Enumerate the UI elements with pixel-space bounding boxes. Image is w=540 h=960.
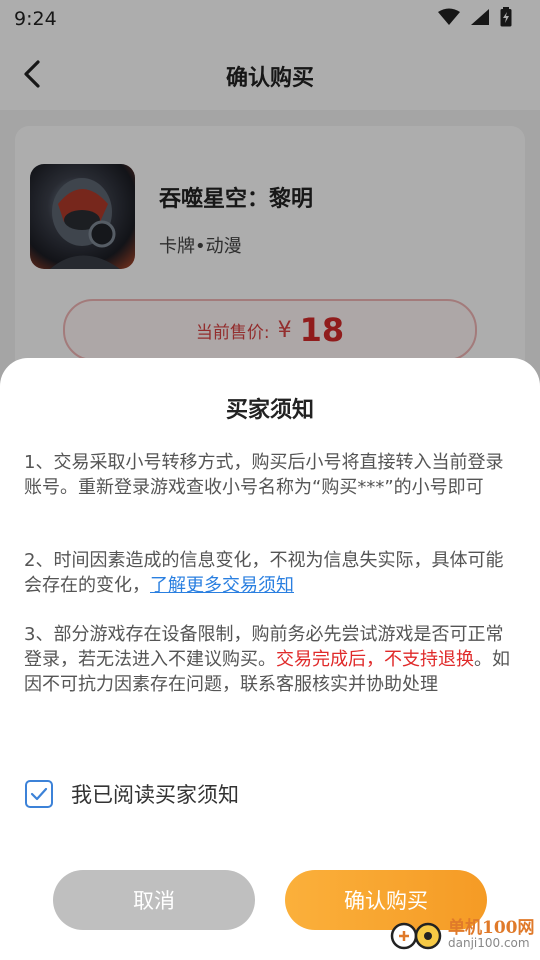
watermark-url: danji100.com [448,936,530,950]
agree-label[interactable]: 我已阅读买家须知 [71,779,239,809]
notice-item-2: 2、时间因素造成的信息变化，不视为信息失实际，具体可能会存在的变化，了解更多交易… [24,548,518,598]
agree-row[interactable]: 我已阅读买家须知 [25,778,239,810]
trade-notice-link[interactable]: 了解更多交易须知 [150,575,294,596]
notice-item-1: 1、交易采取小号转移方式，购买后小号将直接转入当前登录账号。重新登录游戏查收小号… [24,452,504,498]
checkmark-icon [30,787,48,801]
sheet-title: 买家须知 [225,398,314,423]
buyer-notice-sheet: 买家须知 1、交易采取小号转移方式，购买后小号将直接转入当前登录账号。重新登录游… [0,358,540,960]
agree-checkbox[interactable] [25,780,53,808]
no-refund-warning: 交易完成后，不支持退换 [276,649,474,670]
watermark-name: 单机100网 [448,918,535,938]
watermark-logo-icon [390,922,442,950]
confirm-purchase-screen: 9:24 确认购买 吞噬星空：黎明 卡牌•动漫 当前售价: ¥ 18 买家须知 … [0,0,540,960]
cancel-button[interactable]: 取消 [53,870,255,930]
notice-item-3: 3、部分游戏存在设备限制，购前务必先尝试游戏是否可正常登录，若无法进入不建议购买… [24,622,518,697]
site-watermark: 单机100网 danji100.com [390,912,538,956]
